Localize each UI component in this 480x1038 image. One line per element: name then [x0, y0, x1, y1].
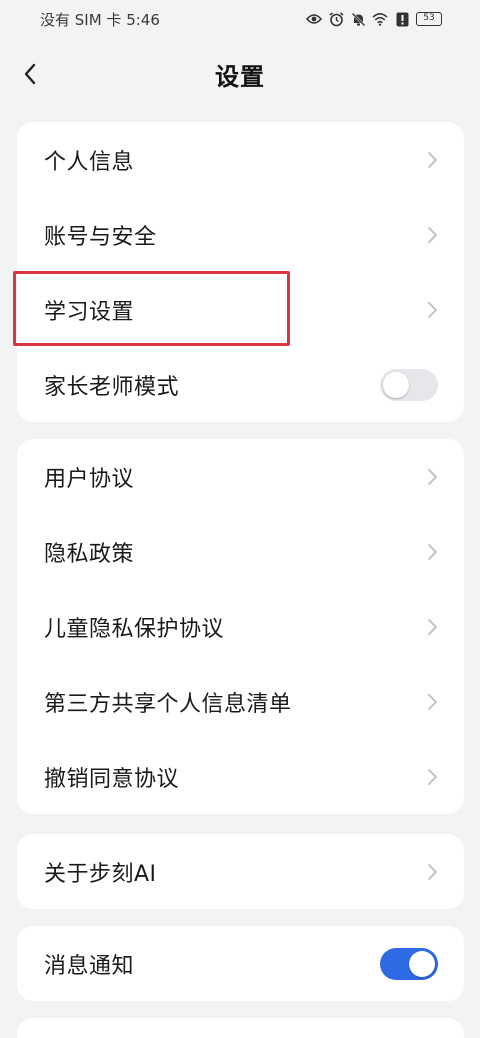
row-about[interactable]: 关于步刻AI [17, 834, 464, 909]
status-icons: 53 [306, 11, 442, 27]
settings-card-notifications: 消息通知 [17, 926, 464, 1001]
chevron-right-icon [426, 151, 438, 169]
row-label: 隐私政策 [44, 541, 135, 567]
nav-bar: 设置 [0, 48, 480, 100]
row-revoke-consent[interactable]: 撤销同意协议 [17, 739, 464, 814]
status-bar: 没有 SIM 卡 5:46 53 [0, 0, 480, 38]
chevron-right-icon [426, 618, 438, 636]
mute-bell-icon [350, 11, 366, 27]
row-study-settings[interactable]: 学习设置 [17, 272, 464, 347]
chevron-right-icon [426, 301, 438, 319]
battery-indicator: 53 [416, 12, 442, 26]
row-account-security[interactable]: 账号与安全 [17, 197, 464, 272]
row-label: 消息通知 [44, 953, 135, 979]
chevron-right-icon [426, 863, 438, 881]
message-notifications-toggle[interactable] [380, 947, 438, 980]
wifi-icon [372, 12, 388, 26]
row-third-party-sharing-list[interactable]: 第三方共享个人信息清单 [17, 664, 464, 739]
eye-icon [306, 12, 322, 26]
row-label: 关于步刻AI [44, 861, 157, 887]
settings-card-partial [17, 1018, 464, 1038]
chevron-right-icon [426, 768, 438, 786]
alert-icon [394, 12, 410, 26]
row-label: 账号与安全 [44, 224, 157, 250]
row-label: 第三方共享个人信息清单 [44, 691, 292, 717]
settings-card-agreements: 用户协议 隐私政策 儿童隐私保护协议 第三方共享个人信息清单 撤销同意协议 [17, 439, 464, 814]
row-label: 撤销同意协议 [44, 766, 180, 792]
row-personal-info[interactable]: 个人信息 [17, 122, 464, 197]
row-label: 家长老师模式 [44, 374, 180, 400]
alarm-icon [328, 11, 344, 26]
toggle-knob [409, 950, 435, 977]
row-label: 儿童隐私保护协议 [44, 616, 225, 642]
toggle-knob [383, 371, 409, 398]
parent-teacher-mode-toggle[interactable] [380, 368, 438, 401]
settings-card-account: 个人信息 账号与安全 学习设置 家长老师模式 [17, 122, 464, 422]
page-title: 设置 [215, 62, 265, 91]
row-child-privacy-agreement[interactable]: 儿童隐私保护协议 [17, 589, 464, 664]
back-button[interactable] [14, 58, 46, 90]
settings-card-about: 关于步刻AI [17, 834, 464, 909]
chevron-right-icon [426, 693, 438, 711]
row-label: 个人信息 [44, 149, 135, 175]
status-carrier-time: 没有 SIM 卡 5:46 [40, 10, 160, 29]
row-privacy-policy[interactable]: 隐私政策 [17, 514, 464, 589]
row-message-notifications: 消息通知 [17, 926, 464, 1001]
row-label: 用户协议 [44, 466, 135, 492]
row-parent-teacher-mode: 家长老师模式 [17, 347, 464, 422]
chevron-right-icon [426, 543, 438, 561]
row-label: 学习设置 [44, 299, 135, 325]
row-user-agreement[interactable]: 用户协议 [17, 439, 464, 514]
chevron-right-icon [426, 226, 438, 244]
chevron-left-icon [24, 63, 36, 85]
chevron-right-icon [426, 468, 438, 486]
